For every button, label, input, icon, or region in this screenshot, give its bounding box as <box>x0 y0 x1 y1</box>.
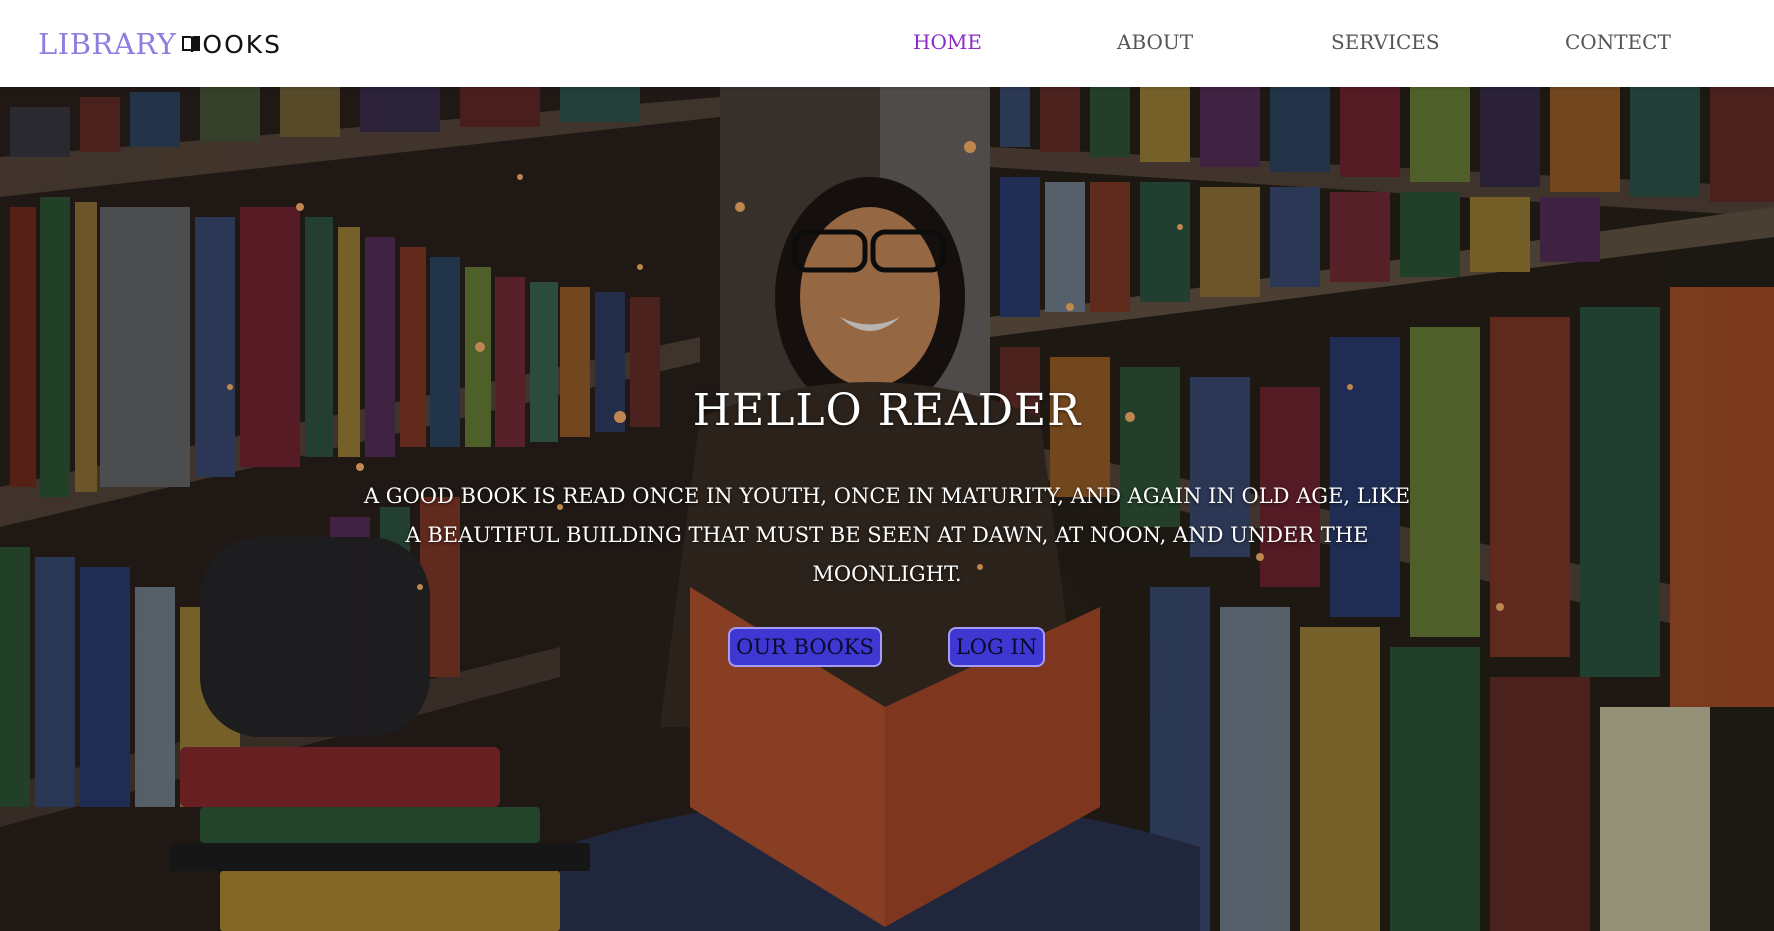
log-in-button[interactable]: LOG IN <box>948 627 1045 667</box>
top-navbar: LIBRARY OOKS HOME ABOUT SERVICES CONTECT <box>0 0 1774 87</box>
hero-quote: A GOOD BOOK IS READ ONCE IN YOUTH, ONCE … <box>363 484 1411 586</box>
hero-section: HELLO READER A GOOD BOOK IS READ ONCE IN… <box>0 87 1774 931</box>
nav-about[interactable]: ABOUT <box>1117 30 1193 54</box>
nav-contact[interactable]: CONTECT <box>1565 30 1671 54</box>
nav-services[interactable]: SERVICES <box>1331 30 1440 54</box>
our-books-button[interactable]: OUR BOOKS <box>728 627 882 667</box>
main-menu: HOME ABOUT SERVICES CONTECT <box>0 0 1774 87</box>
hero-title: HELLO READER <box>692 385 1082 436</box>
nav-home[interactable]: HOME <box>913 30 982 54</box>
